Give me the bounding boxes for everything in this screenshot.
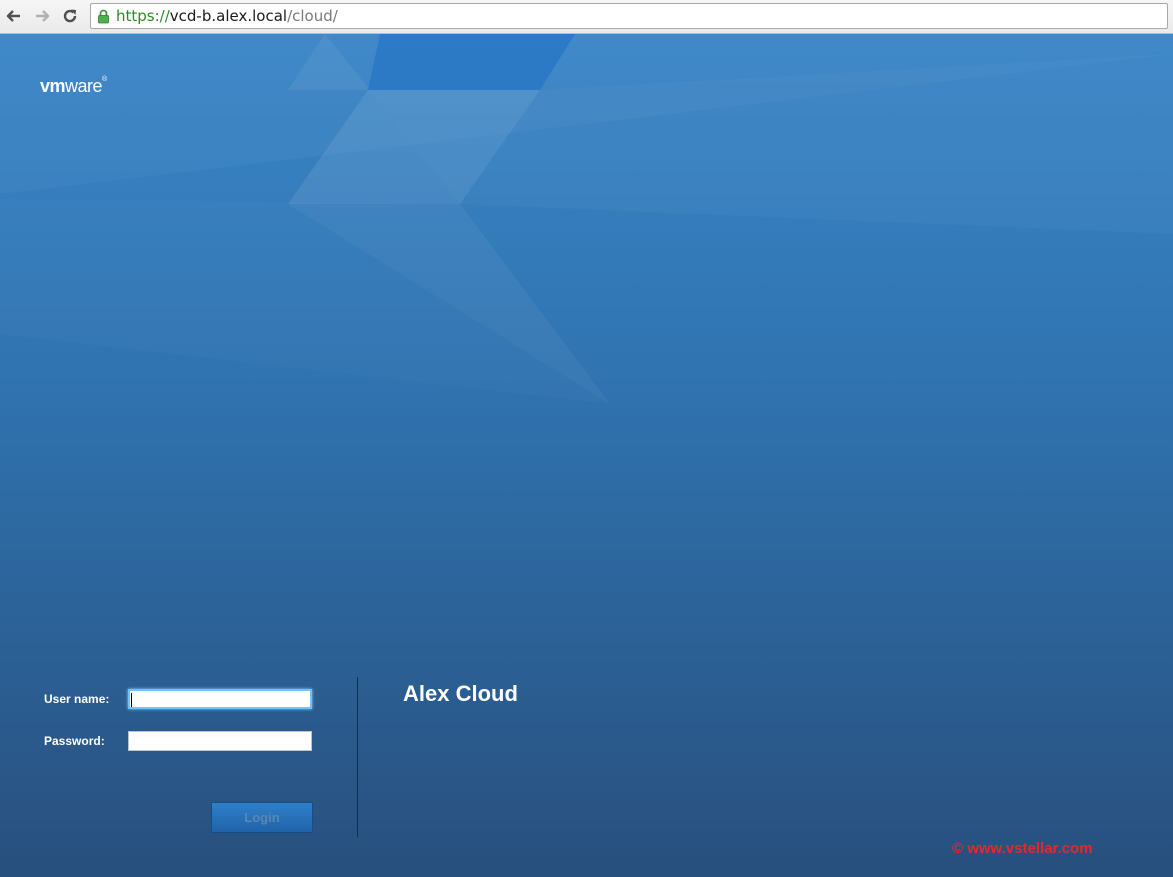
logo-ware: ware	[65, 76, 103, 96]
logo-trademark: ®	[102, 76, 107, 83]
vertical-divider	[357, 677, 358, 837]
password-label: Password:	[44, 734, 105, 748]
url-scheme: https://	[116, 7, 170, 25]
login-page: vmware® User name: Password: Login Alex …	[0, 34, 1173, 877]
url-path: /cloud/	[287, 7, 338, 25]
reload-icon	[63, 9, 77, 23]
address-bar[interactable]: https://vcd-b.alex.local/cloud/	[90, 3, 1168, 29]
forward-button[interactable]	[31, 5, 53, 27]
back-button[interactable]	[3, 5, 25, 27]
password-input[interactable]	[128, 731, 312, 751]
lock-icon	[98, 9, 109, 24]
text-caret	[131, 693, 132, 707]
forward-arrow-icon	[36, 10, 50, 22]
reload-button[interactable]	[59, 5, 81, 27]
username-label: User name:	[44, 692, 110, 706]
login-button[interactable]: Login	[211, 802, 313, 833]
organization-name: Alex Cloud	[403, 681, 518, 706]
vmware-logo: vmware®	[40, 76, 107, 97]
browser-toolbar: https://vcd-b.alex.local/cloud/	[0, 0, 1173, 34]
logo-vm: vm	[40, 76, 66, 96]
url-text: https://vcd-b.alex.local/cloud/	[116, 7, 338, 25]
copyright-watermark: © www.vstellar.com	[952, 840, 1093, 857]
url-host: vcd-b.alex.local	[169, 7, 288, 25]
username-input[interactable]	[128, 689, 312, 709]
back-arrow-icon	[6, 10, 20, 22]
